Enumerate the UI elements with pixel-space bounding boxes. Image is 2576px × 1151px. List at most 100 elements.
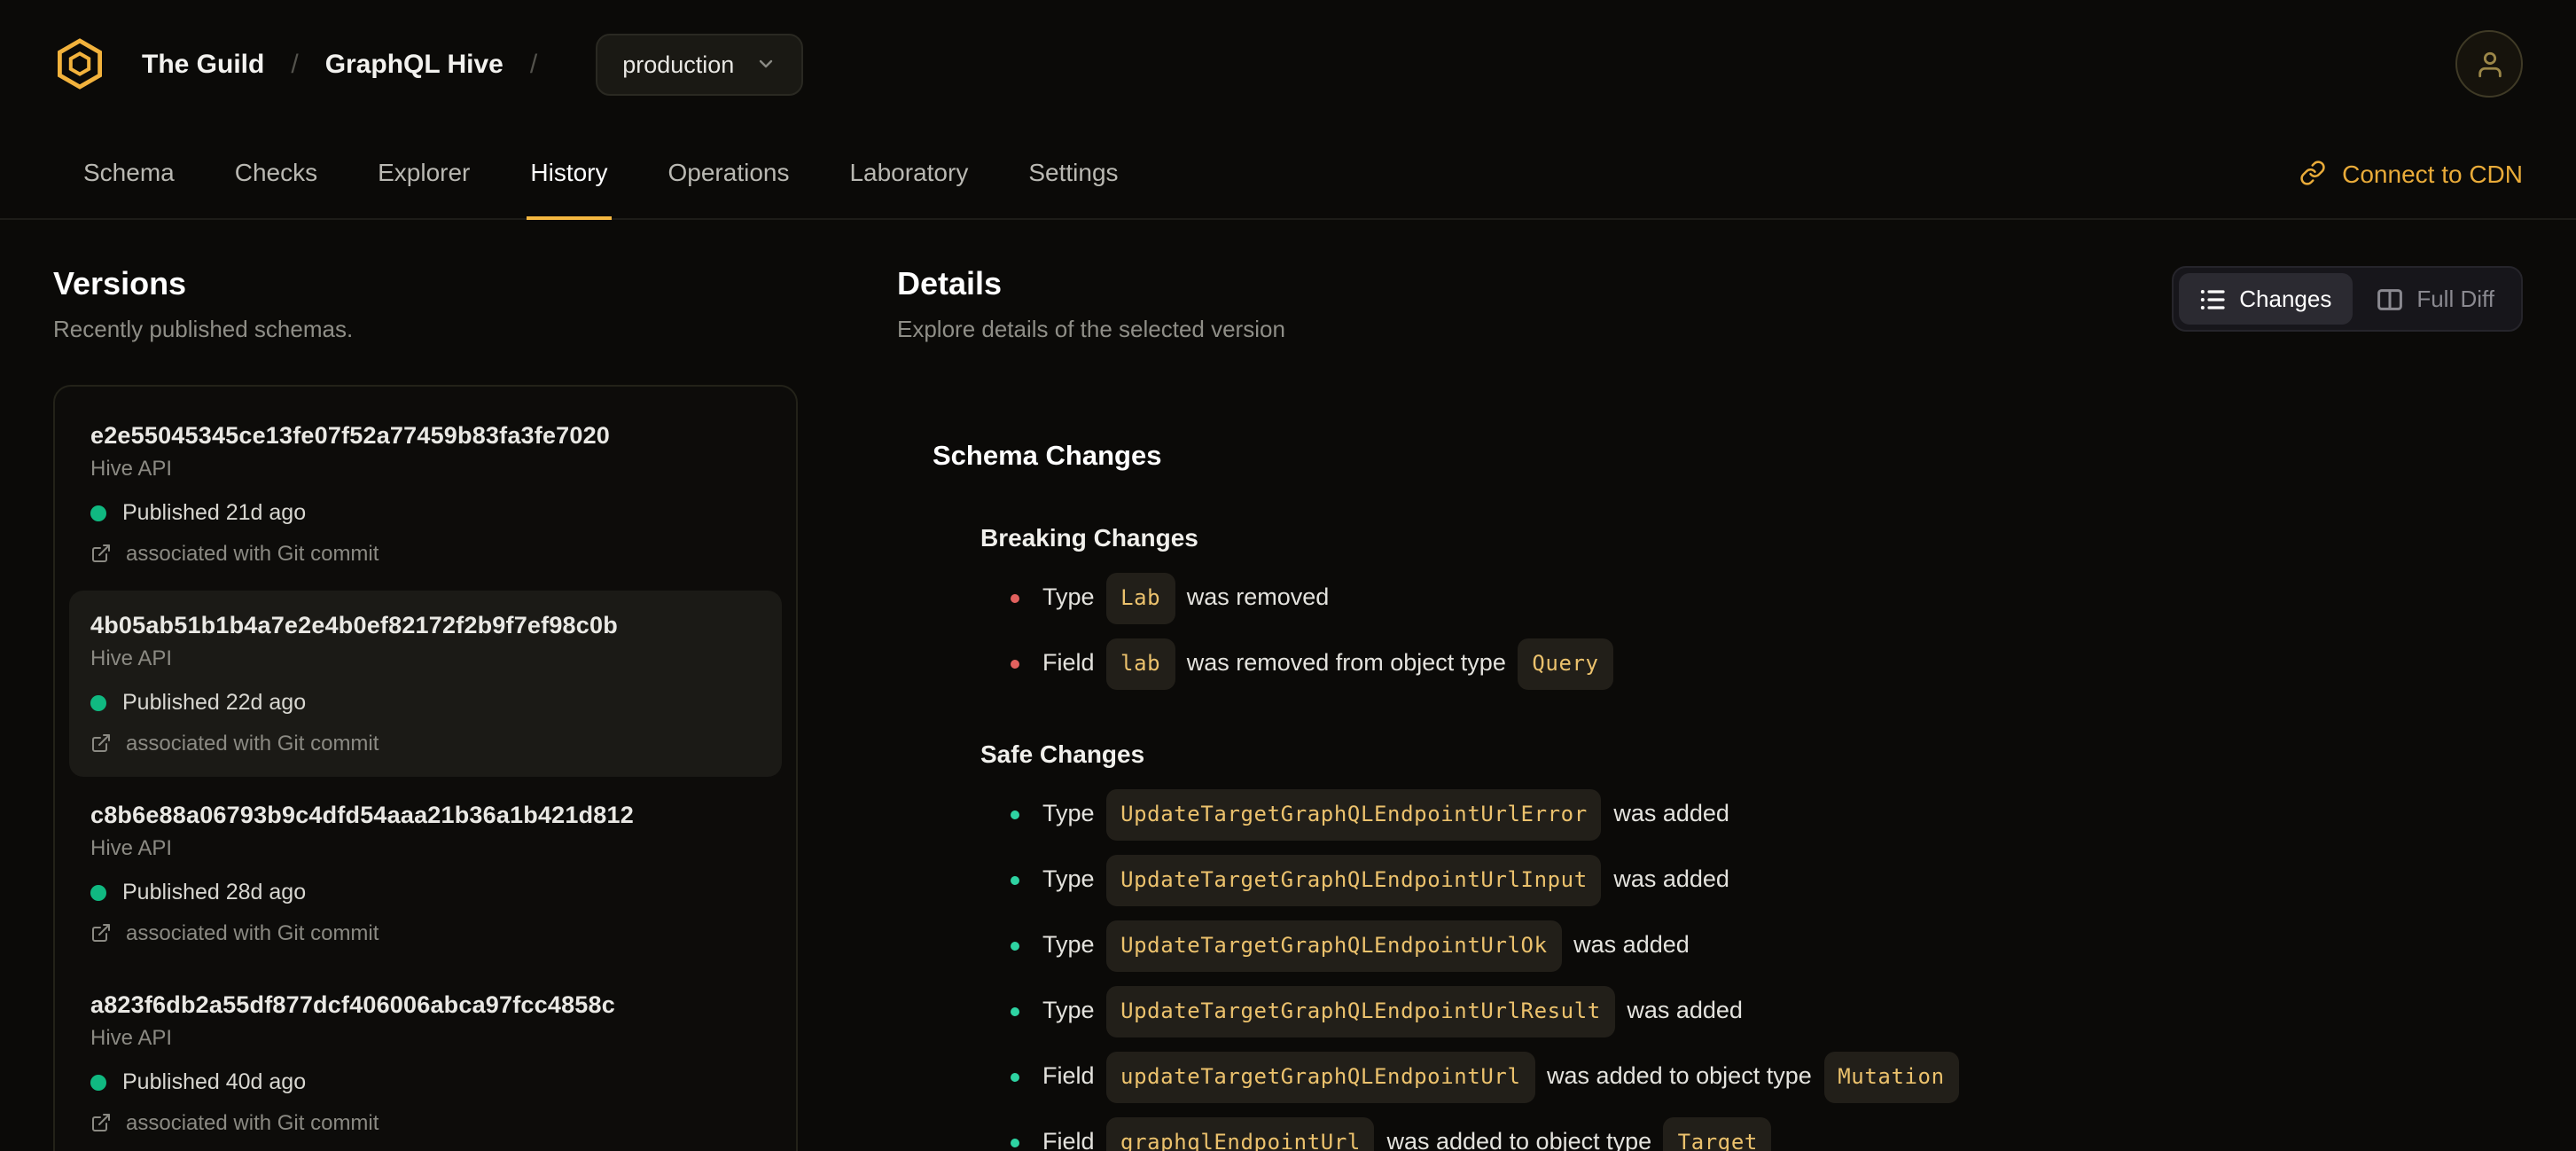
change-row: Field graphqlEndpointUrl was added to ob… <box>1011 1117 2523 1151</box>
versions-title: Versions <box>53 266 187 301</box>
version-git-row: associated with Git commit <box>90 731 761 756</box>
details-subtitle: Explore details of the selected version <box>897 316 1285 342</box>
code-badge: UpdateTargetGraphQLEndpointUrlInput <box>1106 855 1602 906</box>
change-content: Type Lab was removed <box>1042 573 1329 624</box>
published-status-dot <box>90 505 106 521</box>
tab-laboratory[interactable]: Laboratory <box>846 128 972 220</box>
change-bullet-icon <box>1011 1073 1019 1082</box>
version-published-row: Published 22d ago <box>90 690 761 715</box>
change-text: Type <box>1042 865 1102 892</box>
version-published: Published 22d ago <box>122 690 307 715</box>
breadcrumb-org[interactable]: The Guild <box>142 49 264 79</box>
code-badge: UpdateTargetGraphQLEndpointUrlResult <box>1106 986 1615 1037</box>
version-git-row: associated with Git commit <box>90 541 761 566</box>
version-published-row: Published 21d ago <box>90 500 761 525</box>
version-hash: a823f6db2a55df877dcf406006abca97fcc4858c <box>90 991 615 1018</box>
change-bullet-icon <box>1011 810 1019 819</box>
external-link-icon <box>90 1112 112 1133</box>
section-title: Safe Changes <box>980 740 1145 768</box>
user-icon <box>2474 49 2504 79</box>
user-avatar-button[interactable] <box>2455 30 2523 98</box>
change-section: Breaking Changes Type Lab was removed Fi… <box>933 523 2523 690</box>
breadcrumb-separator: / <box>291 49 299 79</box>
change-row: Field updateTargetGraphQLEndpointUrl was… <box>1011 1052 2523 1103</box>
external-link-icon <box>90 732 112 754</box>
details-title: Details <box>897 266 1003 301</box>
version-published-row: Published 40d ago <box>90 1069 761 1094</box>
breadcrumb: The Guild / GraphQL Hive / <box>142 49 564 79</box>
full-diff-view-button[interactable]: Full Diff <box>2356 273 2516 325</box>
version-git: associated with Git commit <box>126 920 379 945</box>
change-row: Type Lab was removed <box>1011 573 2523 624</box>
changes-view-label: Changes <box>2239 286 2332 312</box>
tab-schema[interactable]: Schema <box>80 128 178 220</box>
tab-label: History <box>530 158 608 186</box>
version-item[interactable]: c8b6e88a06793b9c4dfd54aaa21b36a1b421d812… <box>69 780 782 967</box>
changes-list: Type UpdateTargetGraphQLEndpointUrlError… <box>980 789 2523 1151</box>
full-diff-view-label: Full Diff <box>2416 286 2494 312</box>
change-text: was added <box>1606 865 1729 892</box>
version-git: associated with Git commit <box>126 541 379 566</box>
breadcrumb-project[interactable]: GraphQL Hive <box>325 49 503 79</box>
tab-operations[interactable]: Operations <box>665 128 793 220</box>
versions-subtitle: Recently published schemas. <box>53 316 354 342</box>
version-item[interactable]: 4b05ab51b1b4a7e2e4b0ef82172f2b9f7ef98c0b… <box>69 591 782 777</box>
code-badge: updateTargetGraphQLEndpointUrl <box>1106 1052 1535 1103</box>
code-badge: lab <box>1106 638 1175 690</box>
versions-list: e2e55045345ce13fe07f52a77459b83fa3fe7020… <box>53 385 798 1151</box>
change-row: Type UpdateTargetGraphQLEndpointUrlOk wa… <box>1011 920 2523 972</box>
change-text: Type <box>1042 997 1102 1023</box>
change-text: was added <box>1606 800 1729 826</box>
change-text: was added <box>1620 997 1743 1023</box>
version-service: Hive API <box>90 835 173 860</box>
change-content: Type UpdateTargetGraphQLEndpointUrlError… <box>1042 789 1729 841</box>
change-text: Field <box>1042 1128 1102 1151</box>
published-status-dot <box>90 694 106 710</box>
changes-view-button[interactable]: Changes <box>2179 273 2354 325</box>
version-service: Hive API <box>90 646 173 670</box>
breadcrumb-separator: / <box>529 49 538 79</box>
change-row: Type UpdateTargetGraphQLEndpointUrlError… <box>1011 789 2523 841</box>
version-hash: 4b05ab51b1b4a7e2e4b0ef82172f2b9f7ef98c0b <box>90 612 618 638</box>
version-hash: c8b6e88a06793b9c4dfd54aaa21b36a1b421d812 <box>90 802 634 828</box>
code-badge: Lab <box>1106 573 1175 624</box>
change-text: Type <box>1042 583 1102 610</box>
version-item[interactable]: a823f6db2a55df877dcf406006abca97fcc4858c… <box>69 970 782 1151</box>
view-toggle: Changes Full Diff <box>2172 266 2523 332</box>
schema-changes-title: Schema Changes <box>933 442 1162 472</box>
tab-checks[interactable]: Checks <box>231 128 321 220</box>
change-content: Field graphqlEndpointUrl was added to ob… <box>1042 1117 1777 1151</box>
list-icon <box>2200 288 2225 309</box>
change-text: was removed <box>1180 583 1330 610</box>
tab-label: Schema <box>83 158 175 186</box>
version-service: Hive API <box>90 456 173 481</box>
connect-to-cdn-label: Connect to CDN <box>2342 159 2523 187</box>
change-text: was added to object type <box>1379 1128 1659 1151</box>
change-content: Field lab was removed from object type Q… <box>1042 638 1619 690</box>
published-status-dot <box>90 1074 106 1090</box>
change-content: Type UpdateTargetGraphQLEndpointUrlInput… <box>1042 855 1729 906</box>
code-badge: Mutation <box>1823 1052 1959 1103</box>
version-published: Published 21d ago <box>122 500 307 525</box>
columns-icon <box>2377 288 2403 309</box>
environment-selector-value: production <box>622 51 735 77</box>
version-hash: e2e55045345ce13fe07f52a77459b83fa3fe7020 <box>90 422 611 449</box>
tab-history[interactable]: History <box>527 128 612 220</box>
change-bullet-icon <box>1011 876 1019 885</box>
schema-changes: Schema Changes Breaking Changes Type Lab… <box>897 442 2523 1151</box>
version-git: associated with Git commit <box>126 1110 379 1135</box>
tab-explorer[interactable]: Explorer <box>374 128 473 220</box>
hive-logo-icon[interactable] <box>53 37 106 90</box>
version-item[interactable]: e2e55045345ce13fe07f52a77459b83fa3fe7020… <box>69 401 782 587</box>
change-row: Type UpdateTargetGraphQLEndpointUrlResul… <box>1011 986 2523 1037</box>
version-git-row: associated with Git commit <box>90 920 761 945</box>
chevron-down-icon <box>755 53 777 74</box>
main-content: Versions Recently published schemas. e2e… <box>0 220 2576 1151</box>
change-row: Field lab was removed from object type Q… <box>1011 638 2523 690</box>
connect-to-cdn-button[interactable]: Connect to CDN <box>2299 128 2523 218</box>
tab-settings[interactable]: Settings <box>1025 128 1121 220</box>
change-section: Safe Changes Type UpdateTargetGraphQLEnd… <box>933 740 2523 1151</box>
version-published: Published 40d ago <box>122 1069 307 1094</box>
environment-selector[interactable]: production <box>596 33 804 95</box>
tab-label: Settings <box>1028 158 1119 186</box>
